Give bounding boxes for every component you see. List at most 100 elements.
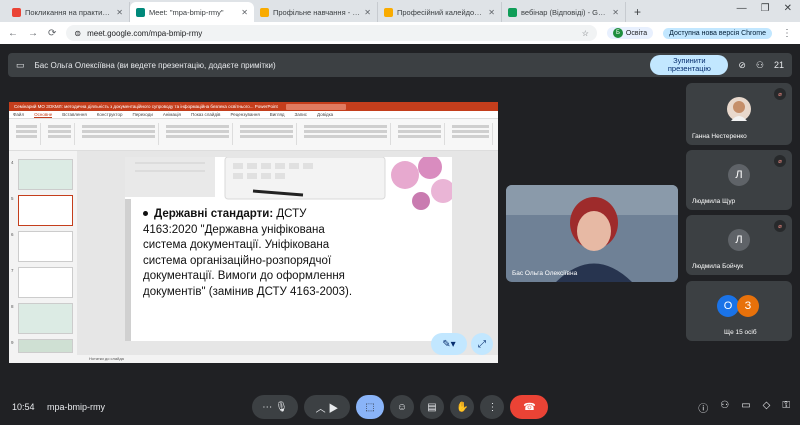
close-tab-icon[interactable]: ✕ — [241, 8, 248, 17]
ppt-ribbon — [9, 119, 498, 151]
info-icon[interactable]: ⓘ — [698, 400, 708, 415]
browser-tab-bar: Покликання на практикум - o✕ Meet: "mpa-… — [0, 0, 800, 22]
ppt-menu-item[interactable]: Довідка — [317, 112, 333, 117]
menu-dots-icon[interactable]: ⋮ — [782, 28, 792, 39]
pen-options-button[interactable]: ✎▾ — [431, 333, 467, 355]
slide-notes[interactable]: Нотатки до слайда — [9, 355, 498, 363]
presentation-controls: ✎▾ ⤢ — [431, 333, 493, 355]
slide-thumbnail-selected[interactable]: 5 — [11, 195, 73, 226]
favicon-icon — [384, 7, 393, 17]
reactions-button[interactable]: ☺ — [390, 395, 414, 419]
more-participants-tile[interactable]: O З Ще 15 осіб — [686, 281, 792, 341]
captions-button[interactable]: ▤ — [420, 395, 444, 419]
address-bar: ← → ⟳ ⊜ meet.google.com/mpa-bmip-rmy ☆ Б… — [0, 22, 800, 44]
slide-thumbnail[interactable]: 6 — [11, 231, 73, 262]
ppt-search-box[interactable] — [285, 103, 346, 110]
people-icon[interactable]: ⚇ — [720, 400, 729, 415]
ribbon-group — [449, 123, 493, 145]
more-options-button[interactable]: ⋮ — [480, 395, 505, 419]
update-chrome-button[interactable]: Доступна нова версія Chrome — [663, 27, 772, 39]
ppt-menu-item[interactable]: Основне — [34, 112, 53, 118]
ppt-menu-item[interactable]: Вставлення — [62, 112, 87, 117]
shared-powerpoint-window: Семінарий МО ЗОКМЛ: методична діяльність… — [9, 102, 498, 363]
presenting-text: Бас Ольга Олексіївна (ви ведете презента… — [34, 60, 276, 70]
bookmark-star-icon[interactable]: ☆ — [582, 29, 589, 38]
favicon-icon — [136, 7, 145, 17]
ribbon-group — [79, 123, 159, 145]
fullscreen-icon[interactable]: ⤢ — [471, 333, 493, 355]
ppt-body: 4 5 6 7 8 9 Державні стандарти: ДСТУ 416… — [9, 151, 498, 355]
participant-tile[interactable]: ⌀ Ганна Нестеренко — [686, 83, 792, 145]
favicon-icon — [508, 7, 517, 17]
participant-tile[interactable]: Л ⌀ Людмила Бойчук — [686, 215, 792, 275]
call-controls: ⋯ 🎙 ︿ ▶ ⬚ ☺ ▤ ✋ ⋮ ☎ — [252, 395, 549, 419]
browser-tab[interactable]: Профільне навчання - lino ✕ — [254, 2, 378, 22]
minimize-icon[interactable]: — — [737, 3, 747, 14]
mic-off-icon: ⌀ — [774, 88, 786, 100]
ppt-menu-item[interactable]: Рецензування — [230, 112, 259, 117]
present-screen-button[interactable]: ⬚ — [356, 395, 384, 419]
ppt-menu-item[interactable]: Конструктор — [97, 112, 123, 117]
people-count: 21 — [773, 60, 784, 70]
activities-icon[interactable]: ◇ — [763, 400, 771, 415]
microphone-button[interactable]: ⋯ 🎙 — [252, 395, 298, 419]
close-tab-icon[interactable]: ✕ — [116, 8, 123, 17]
ribbon-group — [395, 123, 445, 145]
meeting-code: mpa-bmip-rmy — [47, 402, 106, 412]
people-icon[interactable]: ⚇ — [756, 60, 764, 71]
presentation-bar: ▭ Бас Ольга Олексіївна (ви ведете презен… — [8, 53, 792, 77]
maximize-icon[interactable]: ❐ — [761, 3, 770, 14]
close-window-icon[interactable]: ✕ — [784, 3, 792, 14]
clock: 10:54 — [12, 402, 35, 412]
ppt-menu-item[interactable]: Переходи — [132, 112, 152, 117]
ppt-title-bar: Семінарий МО ЗОКМЛ: методична діяльність… — [9, 102, 498, 111]
ppt-menu-item[interactable]: Вигляд — [270, 112, 285, 117]
slide-thumbnail[interactable]: 7 — [11, 267, 73, 298]
ppt-menu-item[interactable]: Файл — [13, 112, 24, 117]
ribbon-group — [301, 123, 391, 145]
url-field[interactable]: ⊜ meet.google.com/mpa-bmip-rmy ☆ — [66, 25, 597, 41]
ppt-menu-item[interactable]: Показ слайдів — [191, 112, 220, 117]
reload-icon[interactable]: ⟳ — [48, 28, 56, 39]
side-controls: ⓘ ⚇ ▭ ◇ ⚿ — [698, 400, 790, 415]
close-tab-icon[interactable]: ✕ — [364, 8, 371, 17]
chat-icon[interactable]: ▭ — [741, 400, 750, 415]
raise-hand-button[interactable]: ✋ — [450, 395, 475, 419]
close-tab-icon[interactable]: ✕ — [612, 8, 619, 17]
present-screen-icon: ▭ — [16, 59, 25, 70]
hide-self-icon[interactable]: ⊘ — [738, 60, 746, 71]
close-tab-icon[interactable]: ✕ — [488, 8, 495, 17]
person-photo-icon — [731, 101, 747, 122]
site-info-icon[interactable]: ⊜ — [74, 29, 81, 38]
browser-tab[interactable]: вебінар (Відповіді) - Google T✕ — [502, 2, 626, 22]
ppt-menu-item[interactable]: Запис — [295, 112, 307, 117]
mic-off-icon: ⌀ — [774, 155, 786, 167]
new-tab-button[interactable]: + — [626, 5, 649, 22]
browser-tab[interactable]: Покликання на практикум - o✕ — [6, 2, 130, 22]
ppt-menu-item[interactable]: Анімація — [163, 112, 181, 117]
slide-thumbnail[interactable]: 8 — [11, 303, 73, 334]
stop-presenting-button[interactable]: Зупинити презентацію — [650, 55, 729, 75]
leave-call-button[interactable]: ☎ — [510, 395, 549, 419]
ppt-menu: Файл Основне Вставлення Конструктор Пере… — [9, 111, 498, 119]
browser-tab[interactable]: Професійний калейдоскоп - f✕ — [378, 2, 502, 22]
back-icon[interactable]: ← — [8, 28, 18, 39]
participant-tile[interactable]: Л ⌀ Людмила Щур — [686, 150, 792, 210]
forward-icon[interactable]: → — [28, 28, 38, 39]
participant-avatar: Л — [728, 229, 750, 252]
host-controls-icon[interactable]: ⚿ — [782, 400, 790, 415]
participant-avatar: Л — [728, 164, 750, 187]
slide-thumbnail[interactable]: 4 — [11, 159, 73, 190]
profile-chip[interactable]: Б Освіта — [606, 27, 654, 39]
slide-body-text: Державні стандарти: ДСТУ 4163:2020 "Держ… — [143, 208, 353, 298]
participant-avatar: З — [737, 295, 759, 318]
slide-thumbnail[interactable]: 9 — [11, 339, 73, 353]
browser-tab-active[interactable]: Meet: "mpa-bmip-rmy" ✕ — [130, 2, 254, 22]
participant-avatar: O — [717, 295, 739, 318]
self-video-image — [506, 185, 678, 282]
current-slide: Державні стандарти: ДСТУ 4163:2020 "Держ… — [125, 157, 452, 341]
meet-bottom-bar: 10:54 mpa-bmip-rmy ⋯ 🎙 ︿ ▶ ⬚ ☺ ▤ ✋ ⋮ ☎ ⓘ… — [0, 389, 800, 425]
ribbon-group — [45, 123, 75, 145]
ribbon-group — [163, 123, 233, 145]
camera-button[interactable]: ︿ ▶ — [304, 395, 350, 419]
